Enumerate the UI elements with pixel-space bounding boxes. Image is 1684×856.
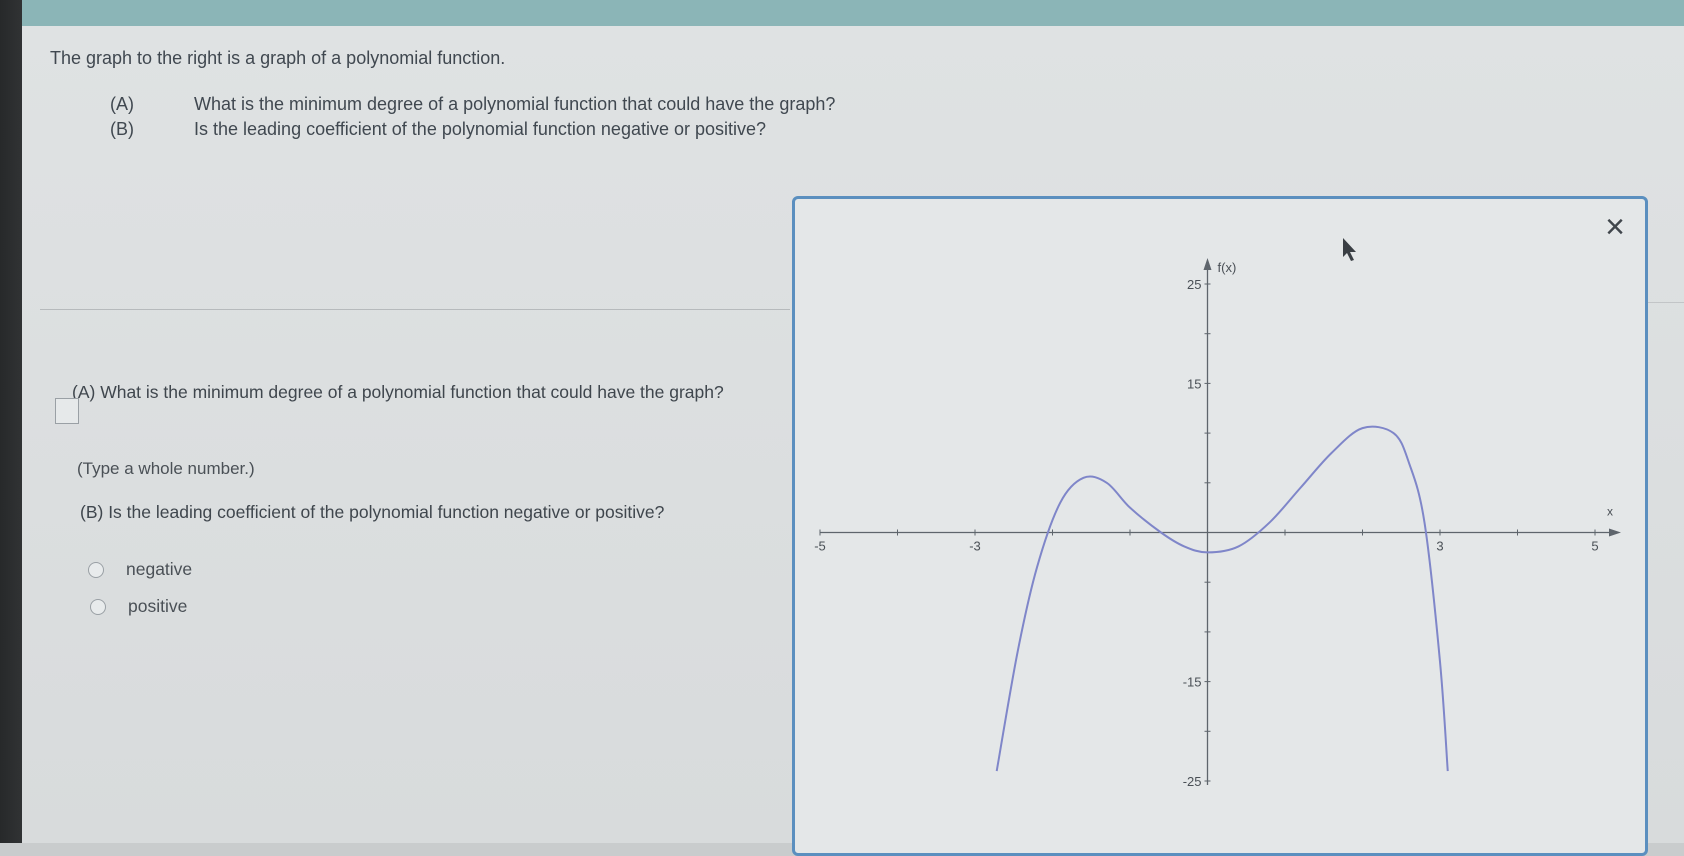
question-a-text: What is the minimum degree of a polynomi… bbox=[194, 94, 836, 114]
answer-hint: (Type a whole number.) bbox=[77, 459, 255, 478]
radio-negative[interactable] bbox=[88, 561, 104, 578]
top-bar bbox=[22, 0, 1684, 26]
question-b-text: Is the leading coefficient of the polyno… bbox=[194, 119, 767, 139]
part-b-question: (B) Is the leading coefficient of the po… bbox=[80, 502, 665, 522]
option-positive-label: positive bbox=[128, 596, 188, 616]
radio-positive[interactable] bbox=[90, 598, 106, 615]
question-b-tag: (B) bbox=[110, 119, 134, 139]
part-a-question: (A) What is the minimum degree of a poly… bbox=[72, 382, 724, 402]
option-negative[interactable]: negative bbox=[88, 559, 192, 580]
section-divider bbox=[40, 309, 790, 310]
question-a-tag: (A) bbox=[110, 94, 134, 114]
question-intro: The graph to the right is a graph of a p… bbox=[50, 48, 506, 68]
graph-panel bbox=[792, 196, 1648, 856]
option-negative-label: negative bbox=[126, 559, 193, 579]
degree-answer-input[interactable] bbox=[55, 398, 79, 424]
option-positive[interactable]: positive bbox=[90, 596, 187, 617]
close-icon[interactable]: × bbox=[1600, 210, 1630, 244]
